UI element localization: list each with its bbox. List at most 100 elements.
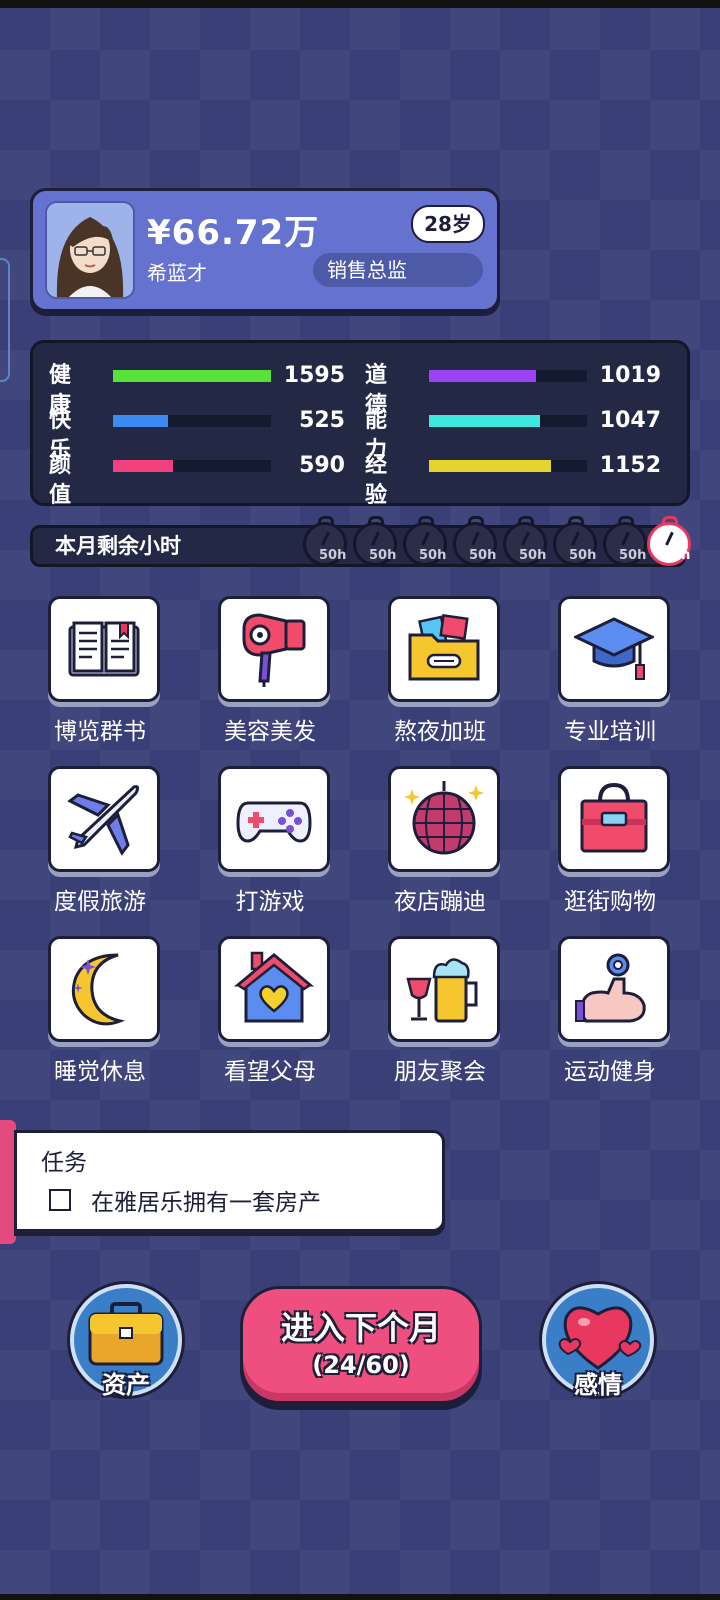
activity-nightclub[interactable]: 夜店蹦迪 bbox=[370, 766, 510, 916]
gamepad-icon bbox=[236, 801, 312, 843]
stat-value: 1152 bbox=[599, 453, 661, 478]
stat-label: 颜值 bbox=[49, 453, 72, 508]
folder-icon bbox=[408, 614, 480, 681]
stat-bar bbox=[113, 460, 174, 472]
activity-friends-party[interactable]: 朋友聚会 bbox=[370, 936, 510, 1086]
clock-hours: 50h bbox=[663, 548, 691, 563]
activity-sleep[interactable]: 睡觉休息 bbox=[30, 936, 170, 1086]
next-month-button[interactable]: 进入下个月 (24/60) bbox=[240, 1286, 482, 1404]
activity-tile[interactable] bbox=[48, 936, 160, 1042]
stat-value: 1019 bbox=[599, 363, 661, 388]
activity-tile[interactable] bbox=[558, 936, 670, 1042]
stat-bar bbox=[429, 370, 537, 382]
stat-value: 1047 bbox=[599, 408, 661, 433]
activity-label: 专业培训 bbox=[564, 719, 656, 745]
hours-label: 本月剩余小时 bbox=[55, 534, 181, 558]
activity-overtime[interactable]: 熬夜加班 bbox=[370, 596, 510, 746]
stopwatch-icon: 50h bbox=[601, 516, 647, 566]
stopwatch-icon: 50h bbox=[301, 516, 347, 566]
profile-card[interactable]: ¥66.72万 希蓝才 28岁 销售总监 bbox=[30, 188, 500, 312]
clock-hours: 50h bbox=[519, 548, 547, 563]
activity-training[interactable]: 专业培训 bbox=[540, 596, 680, 746]
clock-hours: 50h bbox=[369, 548, 397, 563]
activity-tile[interactable] bbox=[388, 766, 500, 872]
activity-label: 逛街购物 bbox=[564, 889, 656, 915]
graduation-cap-icon bbox=[574, 617, 654, 680]
task-item: 在雅居乐拥有一套房产 bbox=[91, 1190, 321, 1216]
activity-tile[interactable] bbox=[218, 936, 330, 1042]
stat-bar bbox=[113, 370, 271, 382]
stat-value: 525 bbox=[299, 408, 345, 433]
house-heart-icon bbox=[234, 951, 314, 1023]
clock-hours: 50h bbox=[569, 548, 597, 563]
hours-bar: 本月剩余小时 50h 50h 50h 50h 50h 50h 50h 50h bbox=[30, 516, 691, 567]
briefcase-icon bbox=[88, 1302, 164, 1366]
next-month-label: 进入下个月 bbox=[280, 1309, 441, 1347]
stopwatch-icon: 50h bbox=[451, 516, 497, 566]
activity-label: 睡觉休息 bbox=[54, 1059, 146, 1085]
activity-tile[interactable] bbox=[218, 766, 330, 872]
task-panel[interactable]: 任务 在雅居乐拥有一套房产 bbox=[14, 1130, 445, 1232]
stopwatch-icon: 50h bbox=[551, 516, 597, 566]
activity-tile[interactable] bbox=[48, 596, 160, 702]
task-checkbox[interactable] bbox=[49, 1189, 71, 1211]
relationship-button[interactable]: 感情 bbox=[542, 1284, 654, 1399]
activity-fitness[interactable]: 运动健身 bbox=[540, 936, 680, 1086]
avatar bbox=[45, 201, 135, 299]
activity-visit-parents[interactable]: 看望父母 bbox=[200, 936, 340, 1086]
activity-label: 度假旅游 bbox=[54, 889, 146, 915]
book-icon bbox=[68, 621, 140, 677]
activity-travel[interactable]: 度假旅游 bbox=[30, 766, 170, 916]
activity-tile[interactable] bbox=[218, 596, 330, 702]
clock-hours: 50h bbox=[469, 548, 497, 563]
assets-button[interactable]: 资产 bbox=[70, 1284, 182, 1399]
activity-tile[interactable] bbox=[388, 596, 500, 702]
stopwatch-active-icon: 50h bbox=[645, 516, 691, 566]
activity-tile[interactable] bbox=[558, 596, 670, 702]
side-tab[interactable] bbox=[0, 258, 10, 382]
stat-bar bbox=[429, 415, 540, 427]
month-progress: (24/60) bbox=[312, 1351, 410, 1379]
activity-label: 博览群书 bbox=[54, 719, 146, 745]
activity-label: 运动健身 bbox=[564, 1059, 656, 1085]
player-name: 希蓝才 bbox=[147, 261, 207, 285]
stat-bar bbox=[429, 460, 551, 472]
relationship-label: 感情 bbox=[574, 1371, 622, 1399]
activity-label: 熬夜加班 bbox=[394, 719, 486, 745]
age-badge: 28岁 bbox=[411, 205, 485, 243]
top-edge bbox=[0, 0, 720, 8]
activity-beauty[interactable]: 美容美发 bbox=[200, 596, 340, 746]
activity-label: 打游戏 bbox=[235, 889, 305, 915]
stat-value: 1595 bbox=[283, 363, 345, 388]
muscle-icon bbox=[575, 953, 646, 1023]
drinks-icon bbox=[406, 958, 478, 1023]
clock-hours: 50h bbox=[619, 548, 647, 563]
clock-hours: 50h bbox=[319, 548, 347, 563]
stopwatch-icon: 50h bbox=[501, 516, 547, 566]
activity-shopping[interactable]: 逛街购物 bbox=[540, 766, 680, 916]
activity-tile[interactable] bbox=[388, 936, 500, 1042]
money-amount: ¥66.72万 bbox=[147, 213, 320, 253]
activity-tile[interactable] bbox=[558, 766, 670, 872]
heart-icon bbox=[558, 1306, 642, 1370]
stopwatch-icon: 50h bbox=[351, 516, 397, 566]
disco-ball-icon bbox=[404, 781, 484, 855]
task-title: 任务 bbox=[41, 1150, 87, 1176]
activity-read[interactable]: 博览群书 bbox=[30, 596, 170, 746]
activity-game[interactable]: 打游戏 bbox=[200, 766, 340, 916]
job-title: 销售总监 bbox=[313, 253, 483, 287]
shopping-bag-icon bbox=[580, 782, 648, 853]
bottom-edge bbox=[0, 1594, 720, 1600]
airplane-icon bbox=[67, 785, 140, 856]
hair-dryer-icon bbox=[242, 613, 306, 687]
activity-label: 夜店蹦迪 bbox=[394, 889, 486, 915]
activity-label: 美容美发 bbox=[224, 719, 316, 745]
assets-label: 资产 bbox=[102, 1371, 150, 1399]
activity-tile[interactable] bbox=[48, 766, 160, 872]
stat-label: 经验 bbox=[365, 453, 388, 508]
stopwatch-icon: 50h bbox=[401, 516, 447, 566]
clock-hours: 50h bbox=[419, 548, 447, 563]
stat-value: 590 bbox=[299, 453, 345, 478]
moon-icon bbox=[71, 953, 126, 1026]
stat-bar bbox=[113, 415, 169, 427]
